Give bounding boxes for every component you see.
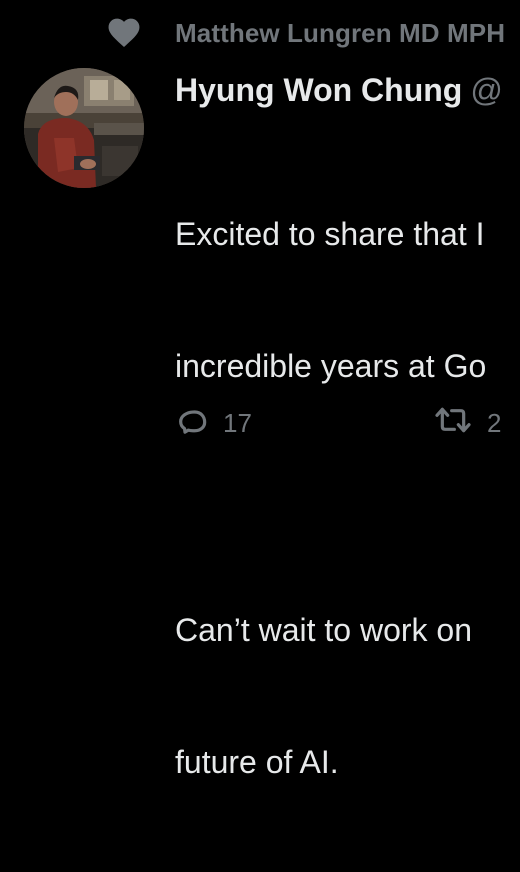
- author-line: Hyung Won Chung @: [175, 72, 503, 109]
- tweet-text-line: Can’t wait to work on: [175, 612, 473, 648]
- liked-by-text[interactable]: Matthew Lungren MD MPH: [175, 18, 505, 49]
- tweet-text-line: Excited to share that I: [175, 216, 485, 252]
- author-display-name[interactable]: Hyung Won Chung: [175, 72, 462, 108]
- tweet-text-line: [175, 476, 520, 520]
- avatar[interactable]: [24, 68, 144, 188]
- reply-icon: [175, 404, 209, 443]
- tweet[interactable]: Matthew Lungren MD MPH Hyung Won Chung @ …: [0, 0, 520, 780]
- social-context: Matthew Lungren MD MPH: [105, 14, 505, 48]
- reply-button[interactable]: 17: [175, 404, 252, 443]
- tweet-text-line: incredible years at Go: [175, 348, 487, 384]
- retweet-icon: [433, 404, 473, 443]
- tweet-text: Excited to share that I incredible years…: [175, 124, 520, 872]
- tweet-text-line: future of AI.: [175, 744, 339, 780]
- retweet-count: 2: [487, 408, 502, 438]
- heart-icon: [105, 14, 143, 48]
- retweet-button[interactable]: 2: [433, 404, 501, 443]
- author-handle[interactable]: @: [470, 72, 502, 108]
- reply-count: 17: [223, 408, 252, 438]
